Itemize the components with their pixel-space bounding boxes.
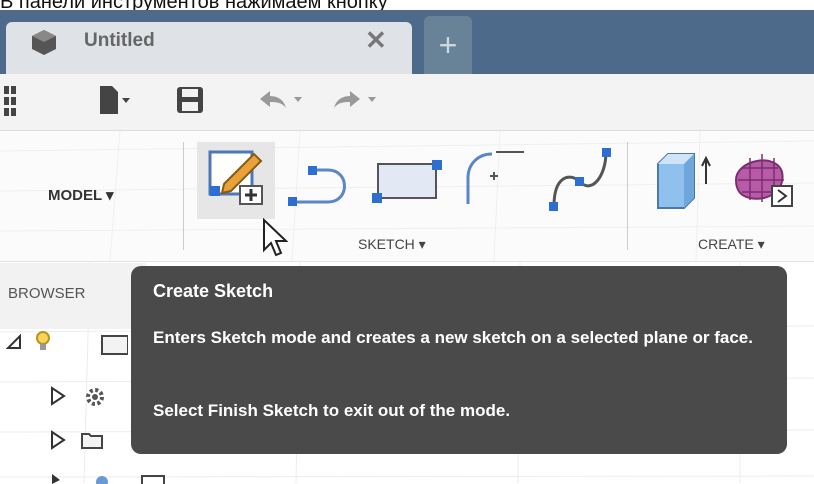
grid-menu-icon[interactable]: [4, 86, 18, 116]
ribbon-separator: [183, 142, 184, 250]
create-dropdown[interactable]: CREATE ▾: [698, 236, 765, 253]
mouse-cursor-icon: [263, 218, 288, 257]
browser-row-partial: [52, 474, 165, 484]
settings-gear-icon[interactable]: [84, 386, 106, 408]
tooltip-description: Enters Sketch mode and creates a new ske…: [153, 328, 753, 347]
spline-tool-icon[interactable]: [544, 146, 616, 212]
file-menu-icon[interactable]: [98, 86, 130, 114]
tooltip-hint: Select Finish Sketch to exit out of the …: [153, 401, 511, 420]
tooltip-title: Create Sketch: [153, 281, 274, 301]
create-sketch-icon: [208, 150, 263, 205]
browser-title: BROWSER: [8, 285, 86, 302]
collapse-triangle-icon[interactable]: [6, 334, 22, 350]
line-arc-tool-icon[interactable]: [288, 160, 354, 210]
create-form-tool-icon[interactable]: [728, 146, 794, 210]
undo-icon[interactable]: [256, 88, 306, 112]
sketch-dropdown[interactable]: SKETCH ▾: [358, 236, 426, 253]
folder-icon[interactable]: [80, 430, 104, 450]
document-box-icon: [32, 30, 56, 55]
save-icon[interactable]: [176, 86, 204, 114]
new-tab-button[interactable]: +: [424, 16, 472, 74]
rectangle-tool-icon[interactable]: [372, 158, 442, 204]
extrude-tool-icon[interactable]: [652, 148, 714, 210]
document-tab-title: Untitled: [84, 30, 155, 51]
lightbulb-icon[interactable]: [34, 330, 52, 354]
arc-tool-icon[interactable]: [462, 148, 528, 204]
redo-icon[interactable]: [330, 88, 380, 112]
document-tab[interactable]: [6, 22, 412, 74]
component-icon[interactable]: [100, 334, 128, 356]
workspace-dropdown[interactable]: MODEL ▾: [48, 186, 114, 204]
expand-triangle-icon[interactable]: [50, 430, 66, 450]
close-tab-button[interactable]: ✕: [365, 25, 387, 56]
ribbon-separator: [627, 142, 628, 250]
expand-triangle-icon[interactable]: [50, 386, 66, 406]
